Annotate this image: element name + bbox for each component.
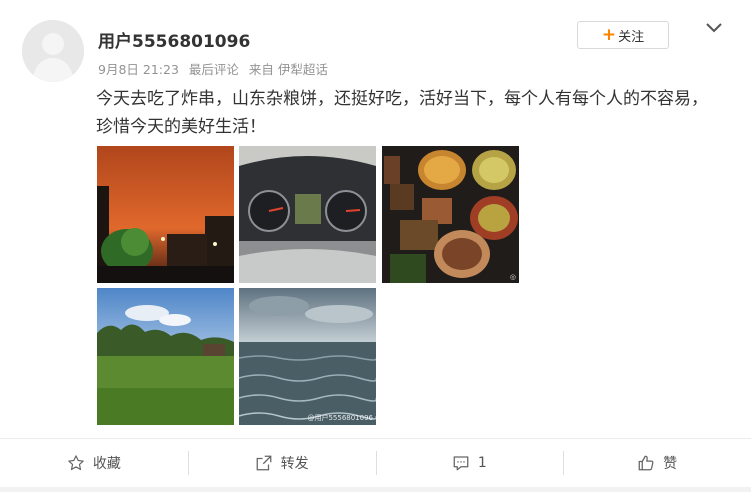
- like-button[interactable]: 赞: [563, 439, 751, 487]
- post-source[interactable]: 来自 伊犁超话: [249, 62, 328, 77]
- avatar-placeholder-icon: [22, 20, 84, 82]
- comment-icon: [453, 456, 469, 471]
- plus-icon: +: [601, 24, 617, 45]
- star-icon: [68, 455, 84, 471]
- bottom-gap: [0, 487, 751, 492]
- post-time[interactable]: 9月8日 21:23: [98, 62, 179, 77]
- username[interactable]: 用户5556801096: [98, 27, 250, 52]
- post-meta: 9月8日 21:23 最后评论 来自 伊犁超话: [98, 59, 334, 78]
- action-bar: 收藏 转发 1 赞: [0, 439, 751, 487]
- post-photo-3[interactable]: ◎: [382, 146, 519, 283]
- share-icon: [256, 455, 272, 471]
- like-label: 赞: [663, 456, 678, 472]
- lake-waves-photo: [239, 288, 376, 425]
- post-text: 今天去吃了炸串，山东杂粮饼，还挺好吃，活好当下，每个人有每个人的不容易，珍惜今天…: [96, 89, 708, 137]
- post-photo-2[interactable]: [239, 146, 376, 283]
- post-photo-5[interactable]: @用户5556801096: [239, 288, 376, 425]
- avatar[interactable]: [22, 20, 84, 82]
- night-sky-photo: [97, 146, 234, 283]
- favorite-label: 收藏: [92, 456, 121, 472]
- car-dashboard-photo: [239, 146, 376, 283]
- post-photo-1[interactable]: [97, 146, 234, 283]
- thumbs-up-icon: [638, 455, 654, 471]
- park-meadow-photo: [97, 288, 234, 425]
- repost-label: 转发: [280, 456, 309, 472]
- post-photo-4[interactable]: [97, 288, 234, 425]
- comment-button[interactable]: 1: [375, 439, 564, 487]
- photo-watermark: @用户5556801096: [307, 414, 373, 422]
- follow-button[interactable]: + 关注: [577, 21, 669, 49]
- food-containers-photo: [382, 146, 519, 283]
- photo-watermark: ◎: [509, 273, 516, 281]
- chevron-down-icon[interactable]: [703, 18, 725, 36]
- repost-button[interactable]: 转发: [187, 439, 376, 487]
- weibo-post-card: 用户5556801096 9月8日 21:23 最后评论 来自 伊犁超话 + 关…: [0, 0, 751, 492]
- post-edited: 最后评论: [188, 62, 239, 77]
- favorite-button[interactable]: 收藏: [0, 439, 188, 487]
- follow-label: 关注: [618, 29, 645, 45]
- comment-count: 1: [477, 455, 487, 471]
